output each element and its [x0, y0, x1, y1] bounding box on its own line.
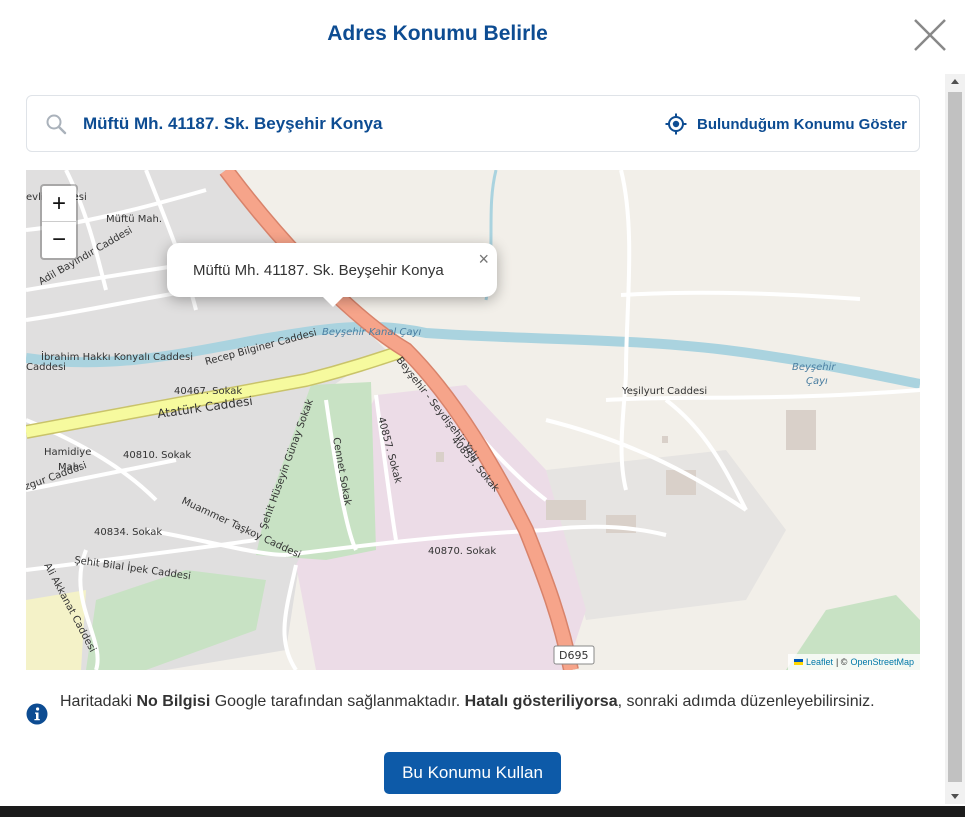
show-my-location-button[interactable]: Bulunduğum Konumu Göster [665, 112, 907, 136]
map-label: Yeşilyurt Caddesi [621, 386, 707, 397]
scroll-down-arrow-icon[interactable] [945, 788, 965, 804]
map-label: Çayı [806, 376, 828, 387]
road-shield-d695: D695 [559, 649, 588, 662]
info-text-bold: No Bilgisi [136, 693, 211, 710]
show-my-location-label: Bulunduğum Konumu Göster [697, 115, 907, 133]
info-icon [26, 703, 48, 725]
scrollbar[interactable] [945, 74, 965, 804]
map-label: 40810. Sokak [123, 450, 191, 461]
zoom-in-button[interactable]: + [42, 186, 76, 222]
map-label: Caddesi [26, 362, 66, 373]
zoom-control: + − [40, 184, 78, 260]
map-label: Hamidiye [44, 447, 91, 458]
map-view[interactable]: evli Caddesi Müftü Mah. Adil Bayındır Ca… [26, 170, 920, 670]
map-label: 40834. Sokak [94, 527, 162, 538]
attribution-separator: | © [835, 657, 848, 667]
address-location-modal: Adres Konumu Belirle Müftü Mh. 41187. Sk… [0, 0, 965, 806]
info-text-part: , sonraki adımda düzenleyebilirsiniz. [617, 693, 875, 710]
map-label: Müftü Mah. [106, 214, 162, 225]
zoom-out-button[interactable]: − [42, 222, 76, 258]
info-text-bold: Hatalı gösteriliyorsa [464, 693, 618, 710]
ukraine-flag-icon [793, 659, 803, 665]
close-button[interactable] [910, 15, 950, 55]
map-attribution: Leaflet | © OpenStreetMap [787, 654, 920, 670]
map-label: 40870. Sokak [428, 546, 496, 557]
info-text-part: Google tarafından sağlanmaktadır. [210, 693, 465, 710]
search-icon [46, 114, 67, 135]
scroll-up-arrow-icon[interactable] [945, 74, 965, 90]
map-label: Beyşehir [792, 362, 836, 373]
info-text-part: Haritadaki [60, 693, 137, 710]
info-text: Haritadaki No Bilgisi Google tarafından … [60, 689, 900, 714]
address-search-bar: Bulunduğum Konumu Göster [26, 95, 920, 152]
address-search-input[interactable] [83, 111, 643, 137]
page-background-strip [0, 806, 965, 817]
use-this-location-button[interactable]: Bu Konumu Kullan [384, 752, 561, 794]
leaflet-link[interactable]: Leaflet [806, 657, 833, 667]
map-popup: Müftü Mh. 41187. Sk. Beyşehir Konya × [167, 243, 497, 297]
popup-close-icon[interactable]: × [478, 249, 489, 270]
map-label: 40467. Sokak [174, 386, 242, 397]
modal-title: Adres Konumu Belirle [327, 22, 548, 45]
openstreetmap-link[interactable]: OpenStreetMap [850, 657, 914, 667]
scroll-thumb[interactable] [948, 92, 962, 782]
popup-tip [322, 296, 344, 307]
crosshair-icon [665, 113, 687, 135]
map-label: Beyşehir Kanal Çayı [322, 327, 421, 338]
close-icon [914, 19, 946, 51]
popup-address: Müftü Mh. 41187. Sk. Beyşehir Konya [193, 262, 444, 279]
